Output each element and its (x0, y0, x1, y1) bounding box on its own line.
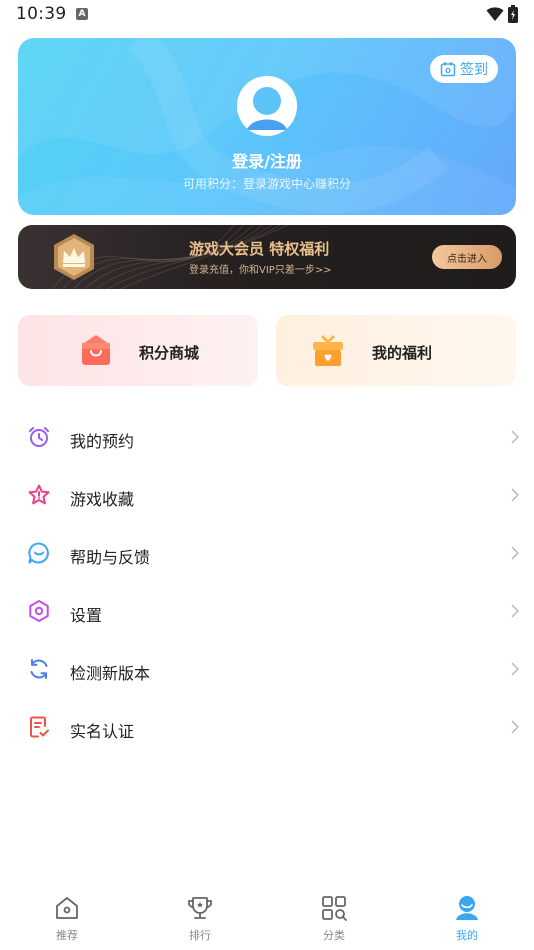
default-avatar-icon (237, 76, 297, 136)
menu-label: 检测新版本 (70, 664, 151, 683)
menu-item-favorites[interactable]: 游戏收藏 (0, 467, 534, 525)
nav-label: 推荐 (56, 929, 78, 942)
category-grid-icon (322, 896, 347, 921)
chevron-right-icon (511, 720, 520, 734)
signin-button[interactable]: 签到 (430, 55, 498, 83)
bottom-navigation: 推荐 排行 分类 我的 (0, 880, 534, 950)
points-mall-card[interactable]: 积分商城 (18, 315, 258, 386)
signin-label: 签到 (460, 62, 488, 78)
nav-tab-category[interactable]: 分类 (267, 880, 401, 950)
menu-label: 帮助与反馈 (70, 548, 151, 567)
star-icon (28, 484, 50, 505)
vip-subtitle: 登录充值，你和VIP只差一步>> (189, 265, 332, 276)
vip-banner[interactable]: 游戏大会员 特权福利 登录充值，你和VIP只差一步>> 点击进入 (18, 225, 516, 289)
chevron-right-icon (511, 546, 520, 560)
shop-bag-icon (82, 335, 110, 365)
vip-enter-button[interactable]: 点击进入 (432, 245, 502, 269)
chevron-right-icon (511, 488, 520, 502)
chat-bubble-icon (28, 542, 49, 564)
nav-label: 排行 (189, 929, 211, 942)
id-document-icon (30, 716, 49, 738)
my-welfare-card[interactable]: 我的福利 (276, 315, 516, 386)
points-mall-label: 积分商城 (139, 344, 200, 362)
status-time: 10:39 (16, 4, 67, 24)
alarm-clock-icon (29, 427, 49, 447)
points-info: 可用积分：登录游戏中心赚积分 (182, 177, 351, 191)
refresh-icon (30, 659, 48, 679)
status-bar: 10:39 A (0, 0, 534, 28)
nav-tab-recommend[interactable]: 推荐 (0, 880, 134, 950)
nav-tab-mine[interactable]: 我的 (400, 880, 534, 950)
chevron-right-icon (511, 604, 520, 618)
chevron-right-icon (511, 662, 520, 676)
trophy-icon (188, 897, 212, 919)
gift-box-icon (313, 334, 343, 366)
menu-item-reservations[interactable]: 我的预约 (0, 409, 534, 467)
menu-label: 我的预约 (70, 432, 135, 451)
menu-item-help-feedback[interactable]: 帮助与反馈 (0, 525, 534, 583)
nav-label: 分类 (323, 929, 345, 942)
notification-a-icon: A (76, 8, 88, 20)
home-icon (56, 897, 78, 919)
vip-title: 游戏大会员 特权福利 (189, 240, 330, 258)
calendar-icon (440, 62, 456, 77)
profile-card[interactable]: 签到 登录/注册 可用积分：登录游戏中心赚积分 (18, 38, 516, 215)
user-icon (456, 896, 478, 920)
menu-label: 实名认证 (70, 722, 135, 741)
nav-label: 我的 (456, 929, 478, 942)
menu-item-check-update[interactable]: 检测新版本 (0, 641, 534, 699)
wifi-icon (486, 7, 504, 21)
vip-crown-badge-icon (54, 234, 94, 280)
settings-hexagon-icon (29, 600, 49, 622)
login-register-link[interactable]: 登录/注册 (18, 148, 516, 172)
menu-item-settings[interactable]: 设置 (0, 583, 534, 641)
nav-tab-ranking[interactable]: 排行 (133, 880, 267, 950)
avatar[interactable] (237, 76, 297, 136)
chevron-right-icon (511, 430, 520, 444)
menu-label: 游戏收藏 (70, 490, 135, 509)
my-welfare-label: 我的福利 (372, 344, 433, 362)
menu-label: 设置 (70, 606, 103, 625)
battery-icon (508, 5, 518, 23)
menu-item-real-name[interactable]: 实名认证 (0, 699, 534, 757)
